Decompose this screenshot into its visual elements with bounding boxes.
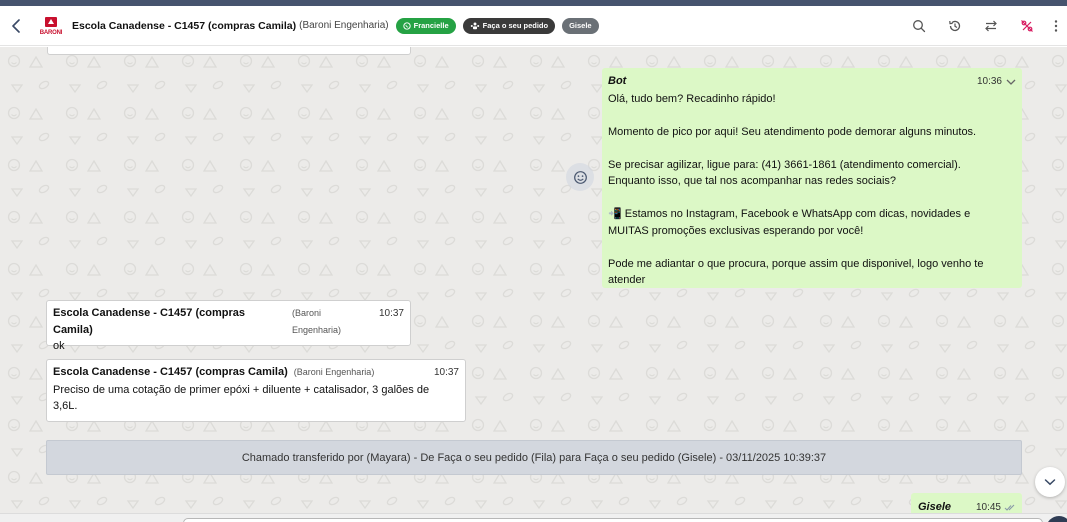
transfer-button[interactable] [973, 6, 1009, 46]
tag-assignee-label: Gisele [569, 21, 592, 30]
history-button[interactable] [937, 6, 973, 46]
logo-text: BARONI [39, 30, 63, 36]
transfer-icon [985, 20, 997, 32]
double-check-icon [1004, 504, 1015, 512]
message-text: ok [53, 340, 65, 352]
more-vertical-icon [1054, 20, 1058, 32]
tag-agent[interactable]: Francielle [395, 17, 456, 34]
message-time: 10:45 [975, 502, 1001, 513]
message-sender: Gisele [918, 501, 952, 513]
chevron-down-icon [1044, 479, 1056, 486]
company-logo: BARONI [38, 12, 64, 40]
message-time: 10:36 [976, 76, 1002, 87]
message-sender: Escola Canadense - C1457 (compras Camila… [53, 366, 288, 378]
discount-button[interactable] [1009, 6, 1045, 46]
tag-agent-label: Francielle [413, 21, 449, 30]
chat-header: BARONI Escola Canadense - C1457 (compras… [0, 6, 1067, 46]
transfer-system-banner: Chamado transferido por (Mayara) - De Fa… [46, 440, 1022, 475]
more-options-button[interactable] [1045, 6, 1067, 46]
message-company: (Baroni Engenharia) [293, 367, 375, 377]
message-text: Preciso de uma cotação de primer epóxi +… [53, 383, 430, 413]
contact-company: (Baroni Engenharia) [299, 20, 389, 31]
smiley-icon [573, 170, 587, 184]
message-company: (Baroni Engenharia) [292, 308, 342, 335]
whatsapp-icon [402, 21, 411, 30]
message-text: Olá, tudo bem? Recadinho rápido! Momento… [608, 92, 984, 287]
message-input[interactable] [183, 518, 1043, 522]
message-time: 10:37 [433, 367, 459, 378]
message-bubble-bot[interactable]: Bot 10:36 Olá, tudo bem? Recadinho rápid… [602, 68, 1022, 288]
message-sender: Escola Canadense - C1457 (compras Camila… [53, 307, 245, 336]
percent-off-icon [1021, 20, 1033, 32]
message-bubble-incoming[interactable]: Escola Canadense - C1457 (compras Camila… [46, 359, 466, 422]
history-icon [949, 20, 961, 32]
queue-icon [470, 22, 479, 29]
tag-assignee[interactable]: Gisele [562, 17, 599, 34]
scroll-to-bottom-button[interactable] [1035, 467, 1065, 497]
react-button[interactable] [566, 163, 594, 191]
message-bubble-agent[interactable]: Gisele 10:45 [911, 493, 1022, 513]
back-button[interactable] [0, 6, 34, 46]
message-time: 10:37 [378, 308, 404, 319]
message-bubble-incoming[interactable]: Escola Canadense - C1457 (compras Camila… [46, 300, 411, 352]
header-actions [901, 6, 1067, 46]
tag-queue[interactable]: Faça o seu pedido [462, 17, 556, 34]
chevron-down-icon[interactable] [1006, 78, 1016, 86]
message-sender: Bot [608, 75, 627, 87]
search-button[interactable] [901, 6, 937, 46]
previous-message-stub [47, 47, 411, 55]
chat-area[interactable]: Bot 10:36 Olá, tudo bem? Recadinho rápid… [0, 47, 1067, 513]
search-icon [913, 20, 926, 33]
contact-name: Escola Canadense - C1457 (compras Camila… [72, 19, 297, 32]
tag-queue-label: Faça o seu pedido [482, 21, 549, 30]
chevron-left-icon [12, 18, 20, 33]
baroni-logo-icon [45, 17, 57, 27]
